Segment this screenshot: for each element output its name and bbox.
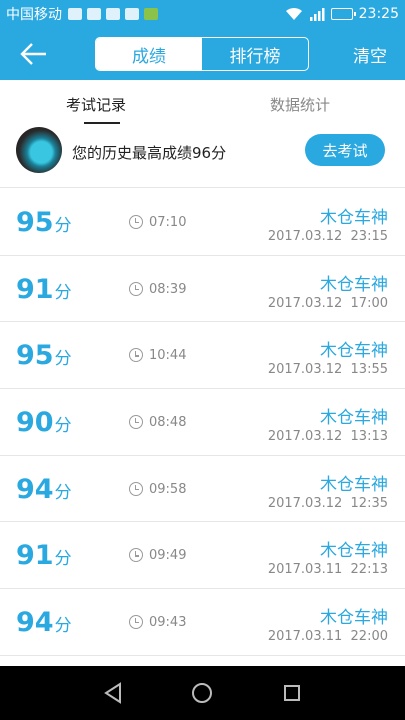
- take-exam-button[interactable]: 去考试: [305, 134, 385, 166]
- record-player: 木仓车神: [320, 341, 388, 362]
- cloud-icon: [125, 8, 139, 20]
- record-duration: 09:58: [149, 481, 187, 497]
- score-unit: 分: [54, 549, 72, 570]
- record-datetime: 2017.03.12 17:00: [267, 295, 388, 311]
- record-datetime: 2017.03.12 12:35: [267, 495, 388, 511]
- record-player: 木仓车神: [320, 474, 388, 495]
- score-unit: 分: [54, 216, 72, 236]
- record-duration: 07:10: [149, 215, 187, 230]
- score-unit: 分: [54, 416, 72, 437]
- segmented-control: 成绩 排行榜: [95, 37, 309, 71]
- nav-back-icon[interactable]: [102, 682, 124, 704]
- app-icon: [144, 8, 158, 20]
- score-value: 94: [16, 473, 54, 505]
- score-value: 91: [16, 273, 54, 305]
- tab-data-stats[interactable]: 数据统计: [270, 94, 330, 115]
- nav-home-icon[interactable]: [192, 683, 212, 703]
- clock-icon: [129, 281, 143, 296]
- record-row[interactable]: 94分 09:58 木仓车神 2017.03.12 12:35: [0, 456, 405, 523]
- record-datetime: 2017.03.11 22:13: [267, 562, 388, 578]
- clock-icon: [129, 415, 143, 430]
- score-value: 94: [16, 607, 54, 639]
- record-score: 91分: [16, 540, 72, 571]
- wifi-icon: [285, 7, 302, 20]
- record-player: 木仓车神: [320, 208, 388, 228]
- sim-icon: [87, 8, 101, 20]
- record-score: 95分: [16, 340, 72, 371]
- record-score: 90分: [16, 407, 72, 438]
- clock-icon: [129, 215, 143, 229]
- battery-icon: [330, 8, 356, 20]
- nav-recent-icon[interactable]: [284, 685, 300, 701]
- status-indicators: 23:25: [285, 6, 399, 22]
- sub-tabs: 考试记录 数据统计: [0, 80, 405, 126]
- back-arrow-icon[interactable]: [18, 40, 48, 68]
- record-player: 木仓车神: [320, 608, 388, 629]
- record-score: 95分: [16, 207, 72, 238]
- record-duration: 09:43: [149, 615, 187, 631]
- record-score: 94分: [16, 607, 72, 638]
- clear-button[interactable]: 清空: [353, 42, 387, 67]
- tab-exam-records[interactable]: 考试记录: [66, 94, 126, 115]
- score-unit: 分: [54, 482, 72, 503]
- app-header: 成绩 排行榜 清空: [0, 28, 405, 80]
- record-row[interactable]: 94分 09:43 木仓车神 2017.03.11 22:00: [0, 589, 405, 656]
- score-value: 91: [16, 540, 54, 572]
- record-row[interactable]: 95分 07:10 木仓车神 2017.03.12 23:15: [0, 189, 405, 256]
- app-screen: 中国移动 23:25 成绩 排行榜 清空 考试记录 数据统计 您的历史最高成绩9…: [0, 0, 405, 720]
- clock-icon: [129, 348, 143, 363]
- tab-leaderboard[interactable]: 排行榜: [202, 38, 308, 70]
- record-row[interactable]: 91分 08:39 木仓车神 2017.03.12 17:00: [0, 256, 405, 323]
- avatar[interactable]: [16, 127, 62, 173]
- score-value: 95: [16, 207, 54, 238]
- score-value: 95: [16, 340, 54, 372]
- score-unit: 分: [54, 349, 72, 370]
- record-duration: 08:48: [149, 415, 187, 431]
- record-datetime: 2017.03.11 22:00: [267, 629, 388, 645]
- record-duration: 09:49: [149, 548, 187, 564]
- record-score: 94分: [16, 474, 72, 505]
- carrier-name: 中国移动: [6, 7, 62, 23]
- best-score-text: 您的历史最高成绩96分: [72, 144, 227, 162]
- record-row[interactable]: 90分 08:48 木仓车神 2017.03.12 13:13: [0, 389, 405, 456]
- signal-icon: [309, 8, 325, 21]
- tab-scores[interactable]: 成绩: [96, 38, 202, 70]
- record-datetime: 2017.03.12 23:15: [267, 229, 388, 244]
- record-datetime: 2017.03.12 13:13: [267, 429, 388, 445]
- record-player: 木仓车神: [320, 274, 388, 295]
- record-row[interactable]: 95分 10:44 木仓车神 2017.03.12 13:55: [0, 322, 405, 390]
- tab-indicator: [84, 122, 120, 124]
- mail-icon: [106, 8, 120, 20]
- record-duration: 08:39: [149, 281, 187, 297]
- system-navbar: [0, 666, 405, 720]
- records-list: 95分 07:10 木仓车神 2017.03.12 23:15 91分 08:39 木仓车神…: [0, 189, 405, 656]
- record-duration: 10:44: [149, 348, 187, 364]
- status-bar: 中国移动 23:25: [0, 0, 405, 28]
- score-value: 90: [16, 407, 54, 439]
- record-row[interactable]: 91分 09:49 木仓车神 2017.03.11 22:13: [0, 522, 405, 590]
- clock-icon: [129, 615, 143, 630]
- best-score-bar: 您的历史最高成绩96分 去考试: [0, 126, 405, 188]
- record-score: 91分: [16, 274, 72, 305]
- score-unit: 分: [54, 282, 72, 303]
- notification-icon: [68, 8, 82, 20]
- record-player: 木仓车神: [320, 408, 388, 429]
- score-unit: 分: [54, 616, 72, 637]
- clock-icon: [129, 481, 143, 496]
- record-datetime: 2017.03.12 13:55: [267, 362, 388, 378]
- record-player: 木仓车神: [320, 541, 388, 562]
- clock-icon: [129, 548, 143, 563]
- status-time: 23:25: [358, 6, 399, 22]
